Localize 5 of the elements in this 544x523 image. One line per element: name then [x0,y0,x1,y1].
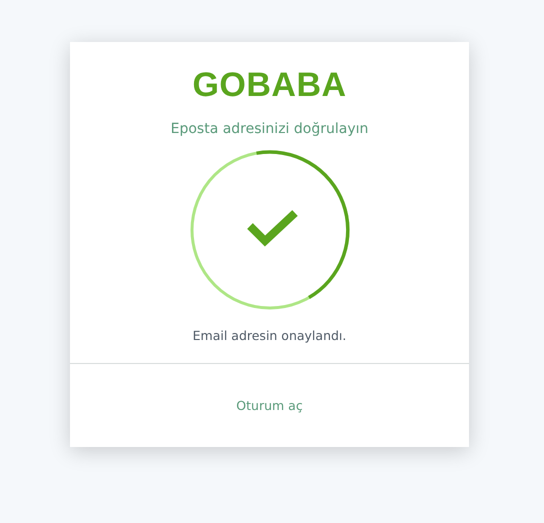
logo: GOBABA [192,66,347,104]
page-title: Eposta adresinizi doğrulayın [170,120,368,138]
sign-in-link[interactable]: Oturum aç [236,398,303,413]
confirmation-message: Email adresin onaylandı. [192,328,346,344]
success-check-icon [188,149,350,311]
